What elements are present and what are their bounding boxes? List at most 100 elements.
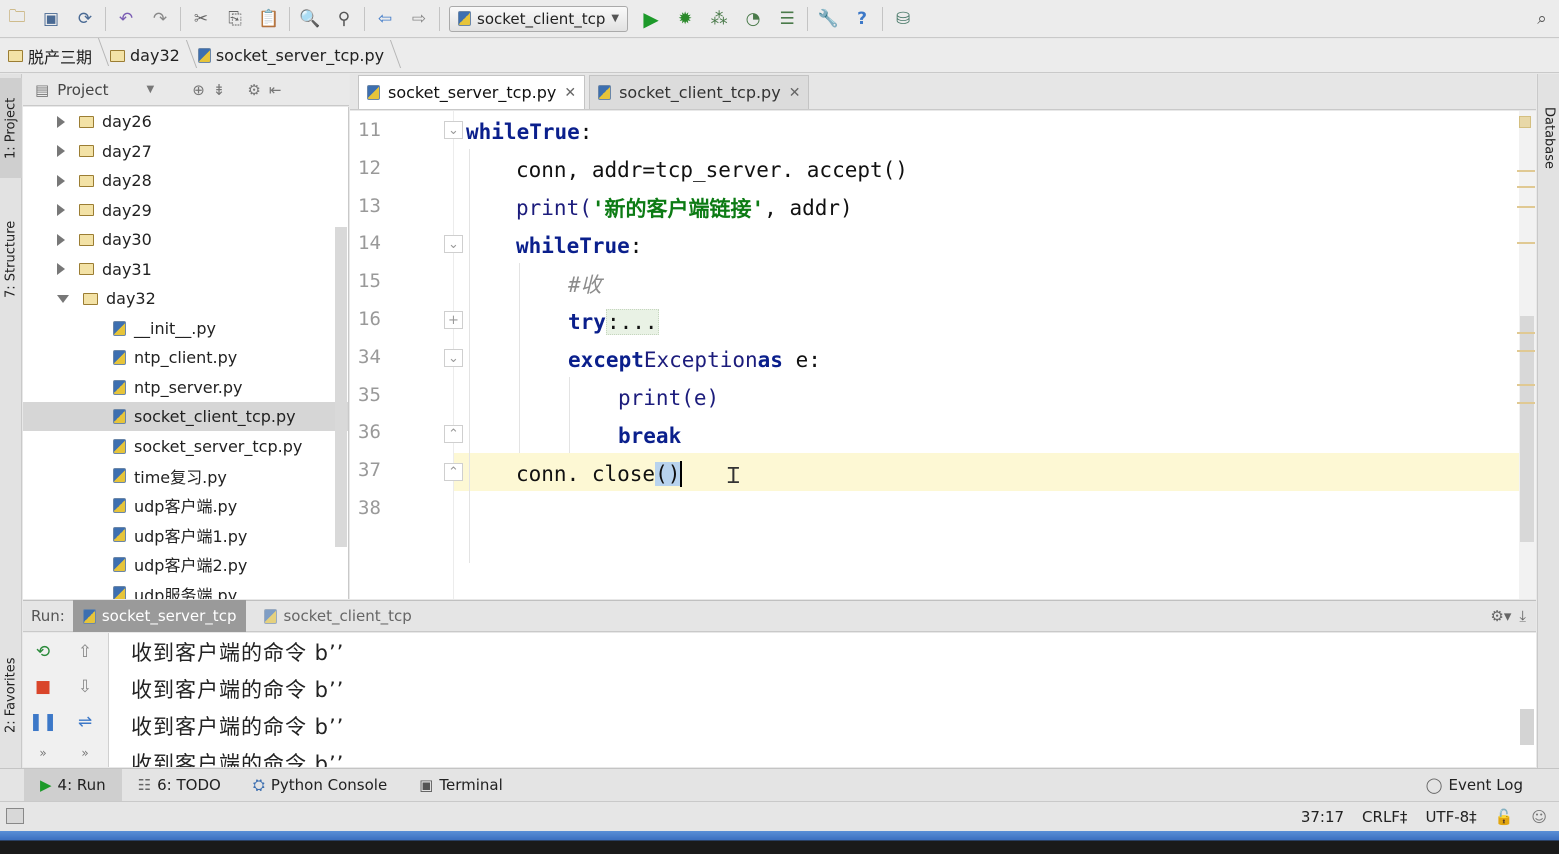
forward-icon[interactable]: ⇨ <box>402 2 436 36</box>
tool-window-terminal[interactable]: ▣ Terminal <box>403 769 519 802</box>
run-configuration-select[interactable]: socket_client_tcp ▼ <box>449 5 629 32</box>
tool-window-todo[interactable]: ☷ 6: TODO <box>122 769 237 802</box>
tab-socket-client-tcp[interactable]: socket_client_tcp.py ✕ <box>589 75 810 109</box>
gear-icon[interactable]: ⚙ <box>247 81 260 99</box>
tree-file-item[interactable]: udp客户端1.py <box>23 520 348 549</box>
rerun-icon[interactable]: ⟲ <box>29 638 57 666</box>
locate-icon[interactable]: ⊕ <box>192 81 205 99</box>
tree-file-item[interactable]: socket_server_tcp.py <box>23 432 348 461</box>
collapsed-arrow-icon[interactable] <box>57 204 65 216</box>
tree-file-item[interactable]: time复习.py <box>23 461 348 490</box>
folder-icon <box>79 233 94 246</box>
fold-marker[interactable]: ⌄ <box>444 349 463 367</box>
tool-window-run[interactable]: ▶ 4: Run <box>24 768 122 802</box>
paste-icon[interactable]: 📋 <box>252 2 286 36</box>
soft-wrap-icon[interactable]: ⇌ <box>71 708 99 736</box>
tree-scroll-thumb[interactable] <box>335 227 347 547</box>
redo-icon[interactable]: ↷ <box>143 2 177 36</box>
sdk-icon[interactable]: ⛁ <box>886 2 920 36</box>
collapse-all-icon[interactable]: ⇟ <box>213 81 226 99</box>
status-toggle-icon[interactable] <box>6 808 24 824</box>
tree-folder-item[interactable]: day27 <box>23 137 348 166</box>
help-icon[interactable]: ? <box>845 2 879 36</box>
profile-icon[interactable]: ◔ <box>736 2 770 36</box>
collapsed-arrow-icon[interactable] <box>57 145 65 157</box>
project-tool-tab[interactable]: 1: Project <box>0 78 22 178</box>
tree-folder-item[interactable]: day32 <box>23 284 348 313</box>
event-log-button[interactable]: ◯ Event Log <box>1410 769 1539 802</box>
replace-icon[interactable]: ⚲ <box>327 2 361 36</box>
run-console[interactable]: ⟲ ■ ❚❚ » ⇧ ⇩ ⇌ » 收到客户端的命令 b’’ 收到客户端的命令 b… <box>23 633 1536 767</box>
tree-file-item[interactable]: udp客户端2.py <box>23 550 348 579</box>
concurrency-icon[interactable]: ☰ <box>770 2 804 36</box>
close-icon[interactable]: ✕ <box>789 85 801 101</box>
tree-file-item[interactable]: udp服务端.py <box>23 579 348 599</box>
breadcrumb-item-file[interactable]: socket_server_tcp.py <box>194 46 398 65</box>
tree-file-item[interactable]: socket_client_tcp.py <box>23 402 348 431</box>
collapsed-arrow-icon[interactable] <box>57 233 65 246</box>
tree-file-item[interactable]: __init__.py <box>23 314 348 343</box>
project-view-select[interactable]: Project <box>57 81 108 99</box>
inspector-icon[interactable]: ☺ <box>1531 808 1547 826</box>
minimize-panel-icon[interactable]: ⤓ <box>1519 607 1526 625</box>
scroll-down-icon[interactable]: ⇩ <box>71 673 99 701</box>
tree-file-item[interactable]: ntp_client.py <box>23 343 348 372</box>
stop-icon[interactable]: ■ <box>29 673 57 701</box>
code-editor[interactable]: 11 12 13 14 15 16 34 35 36 37 38 ⌄ ⌄ + ⌄ ⌃ ⌃ while… <box>350 111 1536 599</box>
scroll-up-icon[interactable]: ⇧ <box>71 638 99 666</box>
tree-folder-item[interactable]: day28 <box>23 166 348 195</box>
fold-marker[interactable]: ⌃ <box>444 463 463 481</box>
structure-tool-tab[interactable]: 7: Structure <box>0 204 22 314</box>
database-tool-tab[interactable]: Database <box>1538 88 1559 188</box>
lock-icon[interactable]: 🔓 <box>1495 808 1514 826</box>
collapsed-arrow-icon[interactable] <box>57 263 65 275</box>
more-icon[interactable]: » <box>29 739 57 767</box>
expand-fold-icon[interactable]: + <box>444 311 463 329</box>
collapsed-arrow-icon[interactable] <box>57 115 65 128</box>
file-encoding[interactable]: UTF-8‡ <box>1425 808 1476 826</box>
run-icon[interactable]: ▶ <box>634 2 668 36</box>
folder-icon <box>79 115 94 128</box>
fold-marker[interactable]: ⌃ <box>444 425 463 443</box>
run-tab-socket-client-tcp[interactable]: socket_client_tcp <box>254 600 421 632</box>
tool-window-python-console[interactable]: ⛭ Python Console <box>237 769 403 802</box>
back-icon[interactable]: ⇦ <box>368 2 402 36</box>
run-tab-socket-server-tcp[interactable]: socket_server_tcp <box>72 600 247 632</box>
open-icon[interactable]: 🗀 <box>0 2 34 36</box>
chevron-down-icon[interactable]: ▼ <box>147 84 155 95</box>
copy-icon[interactable]: ⎘ <box>218 2 252 36</box>
breadcrumb-item-day32[interactable]: day32 <box>106 46 194 65</box>
save-icon[interactable]: ▣ <box>34 2 68 36</box>
tree-folder-item[interactable]: day30 <box>23 225 348 254</box>
folded-block[interactable]: :... <box>605 309 659 335</box>
close-icon[interactable]: ✕ <box>564 85 576 101</box>
breadcrumb-item-root[interactable]: 脱产三期 <box>4 44 106 68</box>
hide-panel-icon[interactable]: ⇤ <box>269 81 282 99</box>
fold-marker[interactable]: ⌄ <box>444 235 463 253</box>
sync-icon[interactable]: ⟳ <box>68 2 102 36</box>
favorites-tool-tab[interactable]: 2: Favorites <box>0 640 22 750</box>
indent-guide <box>519 263 520 453</box>
tree-file-item[interactable]: udp客户端.py <box>23 491 348 520</box>
cursor-position[interactable]: 37:17 <box>1301 808 1344 826</box>
more-icon[interactable]: » <box>71 739 99 767</box>
search-icon[interactable]: ⌕ <box>1525 2 1559 36</box>
debug-icon[interactable]: ✹ <box>668 2 702 36</box>
line-separator[interactable]: CRLF‡ <box>1362 808 1407 826</box>
settings-icon[interactable]: 🔧 <box>811 2 845 36</box>
console-scroll-thumb[interactable] <box>1520 709 1534 745</box>
collapsed-arrow-icon[interactable] <box>57 174 65 187</box>
fold-marker[interactable]: ⌄ <box>444 121 463 139</box>
tree-file-item[interactable]: ntp_server.py <box>23 373 348 402</box>
coverage-icon[interactable]: ⁂ <box>702 2 736 36</box>
tree-folder-item[interactable]: day31 <box>23 255 348 284</box>
expanded-arrow-icon[interactable] <box>57 294 69 303</box>
tree-folder-item[interactable]: day26 <box>23 107 348 136</box>
gear-icon[interactable]: ⚙▾ <box>1490 607 1511 625</box>
tab-socket-server-tcp[interactable]: socket_server_tcp.py ✕ <box>358 75 586 109</box>
pause-icon[interactable]: ❚❚ <box>29 708 58 736</box>
find-icon[interactable]: 🔍 <box>293 2 327 36</box>
undo-icon[interactable]: ↶ <box>109 2 143 36</box>
cut-icon[interactable]: ✂ <box>184 2 218 36</box>
tree-folder-item[interactable]: day29 <box>23 196 348 225</box>
